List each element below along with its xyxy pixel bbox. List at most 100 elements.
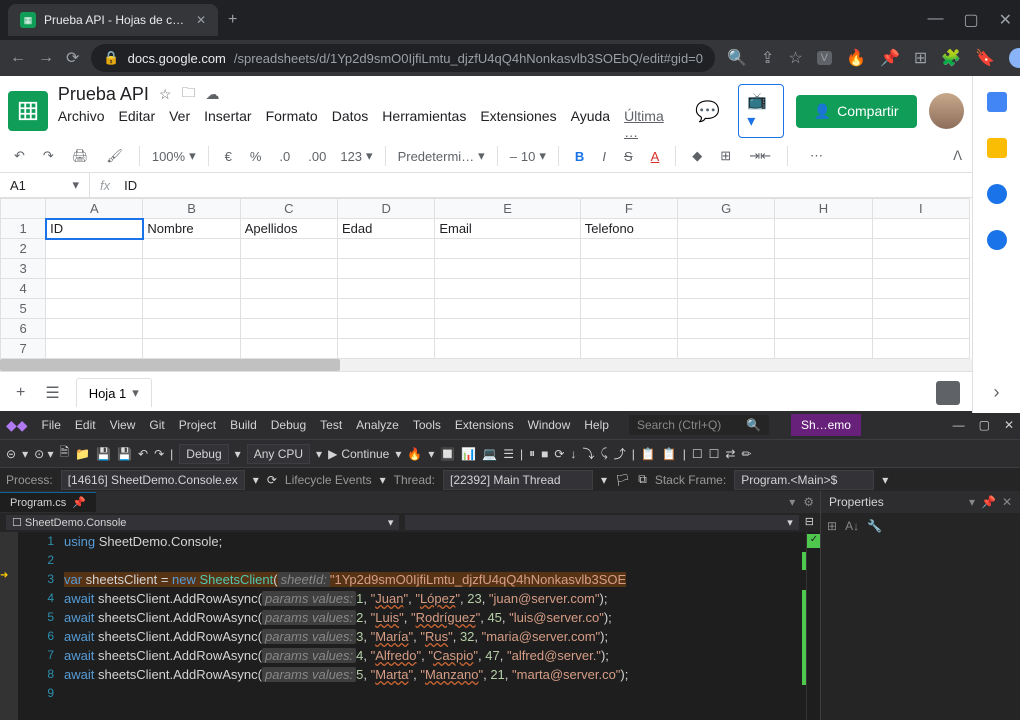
row-header[interactable]: 6	[1, 319, 46, 339]
vs-maximize-icon[interactable]: ▢	[979, 418, 990, 432]
cell[interactable]	[338, 259, 435, 279]
stackframe-select[interactable]: Program.<Main>$	[734, 470, 874, 490]
browser-tab[interactable]: ▦ Prueba API - Hojas de cálculo de ✕	[8, 4, 218, 36]
tab-doc-icon[interactable]: ▾	[789, 495, 795, 509]
cell[interactable]: ID	[46, 219, 143, 239]
font-select[interactable]: Predetermi… ▾	[398, 148, 485, 164]
continue-button[interactable]: ▶ Continue	[328, 447, 389, 461]
menu-extensiones[interactable]: Extensiones	[480, 108, 556, 140]
account-avatar[interactable]	[929, 93, 964, 129]
cloud-status-icon[interactable]: ☁	[205, 86, 219, 103]
tb-icon[interactable]: 🔲	[440, 447, 455, 461]
tb-icon[interactable]: 💻	[482, 447, 497, 461]
calendar-icon[interactable]	[987, 92, 1007, 112]
vs-menu-build[interactable]: Build	[230, 418, 257, 432]
cell[interactable]	[872, 279, 969, 299]
horizontal-scrollbar[interactable]	[0, 359, 972, 371]
row-header[interactable]: 3	[1, 259, 46, 279]
zoom-icon[interactable]: 🔍	[727, 48, 747, 68]
props-az-icon[interactable]: A↓	[845, 519, 859, 533]
move-icon[interactable]: 🗀	[181, 82, 195, 106]
col-header[interactable]: H	[775, 199, 872, 219]
cell[interactable]	[872, 339, 969, 359]
currency-button[interactable]: €	[221, 145, 236, 168]
cell[interactable]	[775, 299, 872, 319]
row-header[interactable]: 4	[1, 279, 46, 299]
vs-redo-icon[interactable]: ↷	[154, 447, 164, 461]
side-panel-expand-icon[interactable]: ›	[994, 382, 1000, 403]
close-tab-icon[interactable]: ✕	[196, 13, 206, 27]
col-header[interactable]: B	[143, 199, 240, 219]
cell[interactable]	[872, 219, 969, 239]
vs-menu-extensions[interactable]: Extensions	[455, 418, 514, 432]
cell[interactable]	[143, 299, 240, 319]
cell[interactable]	[240, 239, 337, 259]
thread-select[interactable]: [22392] Main Thread	[443, 470, 593, 490]
cell[interactable]	[338, 319, 435, 339]
vs-open-icon[interactable]: 📁	[75, 447, 90, 461]
cell[interactable]	[46, 239, 143, 259]
cell[interactable]	[240, 319, 337, 339]
share-url-icon[interactable]: ⇪	[761, 48, 774, 68]
close-window-icon[interactable]: ✕	[999, 10, 1012, 30]
cell[interactable]	[872, 319, 969, 339]
document-title[interactable]: Prueba API	[58, 84, 149, 105]
vs-menu-view[interactable]: View	[110, 418, 136, 432]
pause-icon[interactable]: ⏸	[529, 446, 535, 461]
cell[interactable]	[775, 319, 872, 339]
vs-new-icon[interactable]: 🗎	[60, 443, 70, 464]
col-header[interactable]: F	[580, 199, 677, 219]
tb-icon[interactable]: 📊	[461, 447, 476, 461]
cell[interactable]	[46, 319, 143, 339]
vs-close-icon[interactable]: ✕	[1004, 418, 1014, 432]
vs-menu-debug[interactable]: Debug	[271, 418, 306, 432]
text-color-button[interactable]: A	[647, 145, 664, 168]
config-select[interactable]: Debug	[179, 444, 228, 464]
tb-icon[interactable]: ☐	[709, 447, 720, 461]
cell[interactable]	[435, 299, 580, 319]
step-over-icon[interactable]: ⤵	[582, 445, 594, 462]
props-cat-icon[interactable]: ⊞	[827, 519, 837, 533]
cell[interactable]	[678, 279, 775, 299]
tb-icon[interactable]: ☐	[692, 447, 703, 461]
new-tab-button[interactable]: +	[218, 11, 247, 29]
italic-button[interactable]: I	[598, 145, 610, 168]
file-tab[interactable]: Program.cs📌	[0, 492, 96, 512]
cell[interactable]	[338, 339, 435, 359]
cell[interactable]: Nombre	[143, 219, 240, 239]
vs-undo-icon[interactable]: ↶	[138, 447, 148, 461]
vs-menu-test[interactable]: Test	[320, 418, 342, 432]
star-icon[interactable]: ☆	[159, 86, 172, 103]
cell[interactable]	[46, 299, 143, 319]
vs-save-icon[interactable]: 💾	[96, 447, 111, 461]
paint-format-icon[interactable]: 🖌	[102, 144, 127, 168]
forward-button[interactable]: →	[38, 49, 54, 67]
cell[interactable]	[46, 259, 143, 279]
cell[interactable]	[580, 299, 677, 319]
collapse-toolbar-icon[interactable]: ᐱ	[953, 148, 962, 164]
row-header[interactable]: 2	[1, 239, 46, 259]
share-button[interactable]: 👤 Compartir	[796, 95, 917, 128]
cell[interactable]	[872, 259, 969, 279]
menu-editar[interactable]: Editar	[119, 108, 156, 140]
cell[interactable]	[338, 299, 435, 319]
cell[interactable]	[678, 319, 775, 339]
tab-settings-icon[interactable]: ⚙	[803, 495, 814, 509]
col-header[interactable]: D	[338, 199, 435, 219]
undo-icon[interactable]: ↶	[10, 144, 29, 168]
crumb-method[interactable]: ▾	[405, 515, 798, 530]
font-size-select[interactable]: – 10 ▾	[510, 148, 546, 164]
ext-flame-icon[interactable]: 🔥	[846, 48, 866, 68]
process-select[interactable]: [14616] SheetDemo.Console.ex	[61, 470, 245, 490]
decrease-decimal-button[interactable]: .0	[275, 145, 294, 168]
cell[interactable]	[580, 339, 677, 359]
cell[interactable]	[338, 279, 435, 299]
all-sheets-button[interactable]: ☰	[41, 379, 63, 407]
cell[interactable]	[240, 339, 337, 359]
cell[interactable]	[580, 239, 677, 259]
menu-herramientas[interactable]: Herramientas	[382, 108, 466, 140]
step-into-icon[interactable]: ⤹	[600, 446, 607, 461]
comments-icon[interactable]: 💬	[689, 93, 726, 130]
extensions-icon[interactable]: 🧩	[941, 48, 961, 68]
cell[interactable]	[435, 339, 580, 359]
